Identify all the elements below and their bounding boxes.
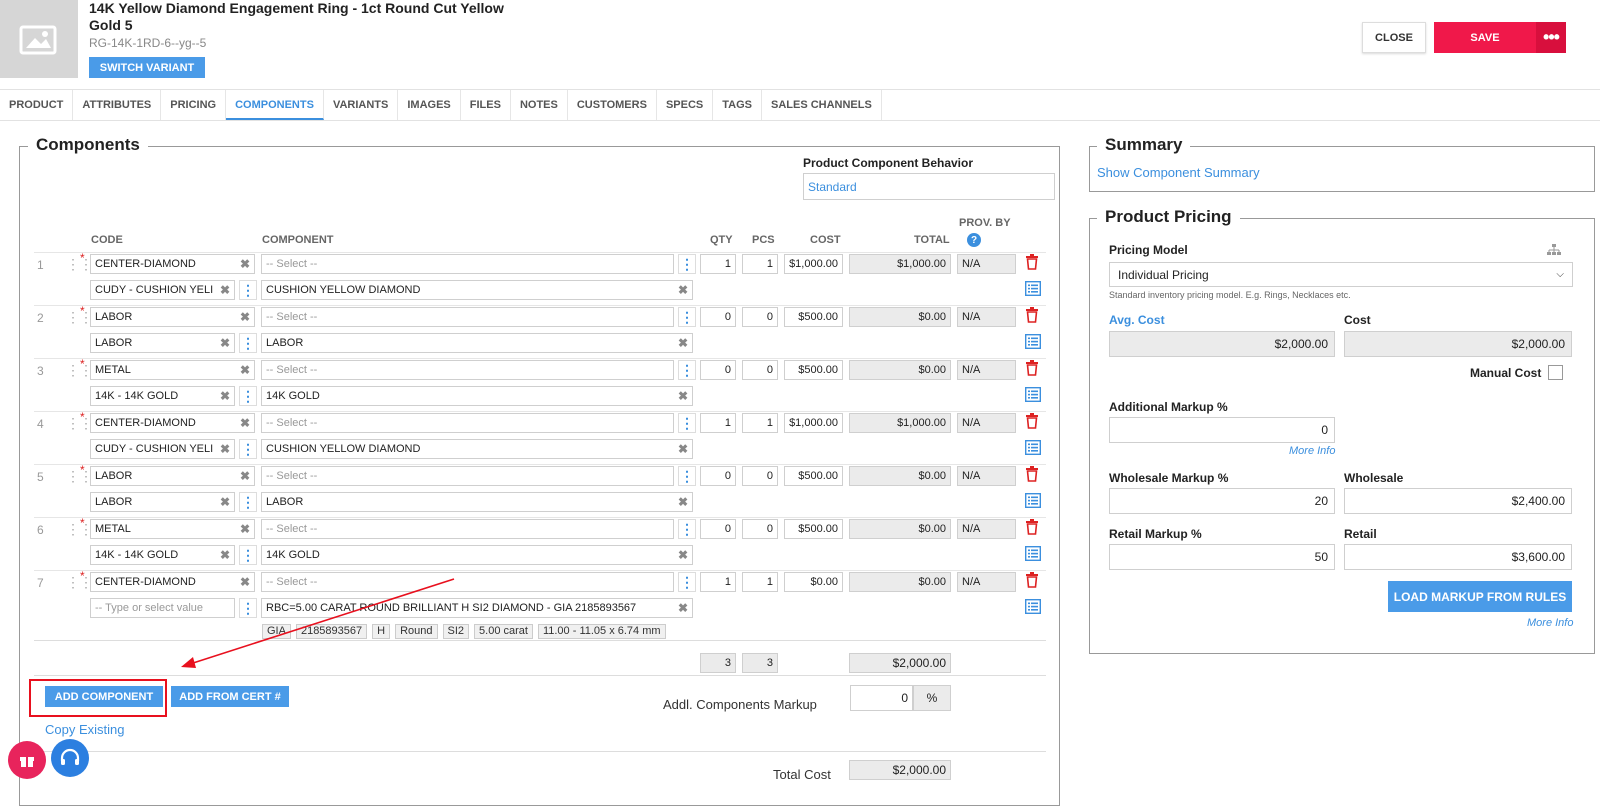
wholesale-input[interactable]: $2,400.00 bbox=[1344, 488, 1572, 514]
load-markup-button[interactable]: LOAD MARKUP FROM RULES bbox=[1388, 581, 1572, 612]
cost-value: $2,000.00 bbox=[1344, 331, 1572, 357]
manual-cost-label: Manual Cost bbox=[1470, 366, 1542, 380]
headset-icon bbox=[60, 748, 80, 765]
additional-markup-input[interactable]: 0 bbox=[1109, 417, 1335, 443]
wholesale-markup-label: Wholesale Markup % bbox=[1109, 471, 1229, 485]
wholesale-markup-input[interactable]: 20 bbox=[1109, 488, 1335, 514]
support-button[interactable] bbox=[51, 739, 89, 777]
additional-markup-label: Additional Markup % bbox=[1109, 400, 1228, 414]
wholesale-label: Wholesale bbox=[1344, 471, 1404, 485]
gift-button[interactable] bbox=[8, 741, 46, 779]
product-pricing-legend: Product Pricing bbox=[1097, 207, 1240, 227]
cost-label: Cost bbox=[1344, 313, 1371, 327]
more-info-link[interactable]: More Info bbox=[1289, 445, 1335, 457]
retail-markup-input[interactable]: 50 bbox=[1109, 544, 1335, 570]
summary-legend: Summary bbox=[1097, 135, 1191, 155]
chevron-down-icon: ⌵ bbox=[1556, 269, 1564, 280]
avg-cost-value: $2,000.00 bbox=[1109, 331, 1335, 357]
avg-cost-link[interactable]: Avg. Cost bbox=[1109, 313, 1165, 327]
retail-markup-label: Retail Markup % bbox=[1109, 527, 1202, 541]
more-info-link-2[interactable]: More Info bbox=[1527, 617, 1573, 629]
pricing-model-label: Pricing Model bbox=[1109, 243, 1188, 257]
pricing-model-select[interactable]: Individual Pricing ⌵ bbox=[1109, 262, 1573, 287]
pricing-model-value: Individual Pricing bbox=[1118, 267, 1209, 282]
retail-label: Retail bbox=[1344, 527, 1377, 541]
hierarchy-icon[interactable] bbox=[1547, 244, 1561, 256]
pricing-model-hint: Standard inventory pricing model. E.g. R… bbox=[1109, 290, 1351, 300]
manual-cost-checkbox[interactable] bbox=[1548, 365, 1563, 380]
show-component-summary-link[interactable]: Show Component Summary bbox=[1097, 165, 1260, 180]
gift-icon bbox=[20, 757, 34, 767]
retail-input[interactable]: $3,600.00 bbox=[1344, 544, 1572, 570]
